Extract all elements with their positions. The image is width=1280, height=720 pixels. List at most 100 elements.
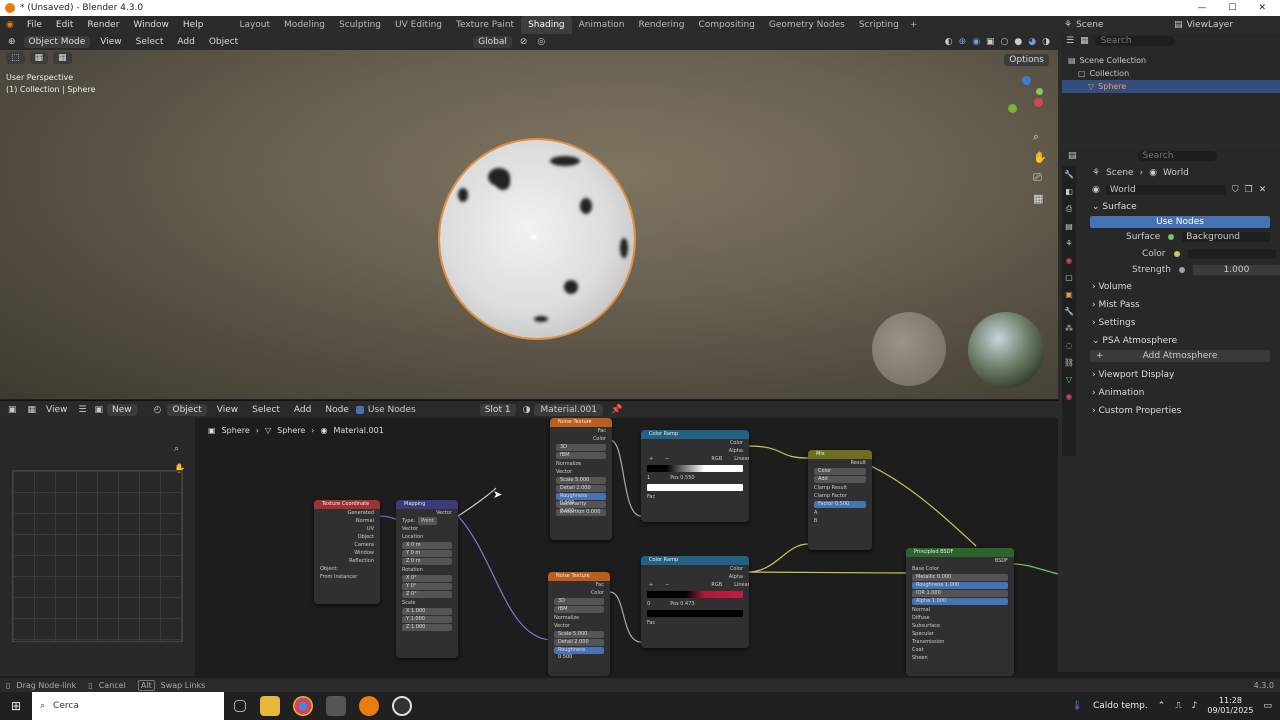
normalize-checkbox[interactable]: Normalize [548, 614, 610, 622]
alpha-field[interactable]: Alpha 1.000 [912, 598, 1008, 605]
visibility-icon[interactable]: ◐ [945, 37, 953, 47]
noise-type-dropdown[interactable]: fBM [554, 606, 604, 613]
ortho-toggle-icon[interactable]: ▦ [1033, 192, 1047, 205]
node-texture-coordinate[interactable]: Texture Coordinate Generated Normal UV O… [314, 500, 380, 604]
modifier-tab-icon[interactable]: 🔧 [1064, 307, 1074, 316]
mode-dropdown[interactable]: Object Mode [23, 36, 91, 48]
noise-type-dropdown[interactable]: fBM [556, 452, 606, 459]
menu-edit[interactable]: Edit [49, 20, 80, 30]
socket-b[interactable]: B [808, 517, 872, 525]
select-box-icon[interactable]: ▦ [29, 52, 49, 64]
socket-color-out[interactable]: Color [641, 565, 749, 573]
node-editor-canvas[interactable]: ▣ Sphere › ▽ Sphere › ◉ Material.001 Tex… [196, 418, 1058, 676]
node-mapping[interactable]: Mapping Vector Type: Point Vector Locatio… [396, 500, 458, 658]
tab-rendering[interactable]: Rendering [632, 16, 692, 34]
panel-subsurface[interactable]: Subsurface [906, 622, 1014, 630]
rotation-z-field[interactable]: Z 0° [402, 591, 452, 598]
snap-icon[interactable]: ⊘ [515, 37, 533, 47]
tab-uv-editing[interactable]: UV Editing [388, 16, 449, 34]
surface-shader-field[interactable]: Background [1182, 232, 1271, 242]
tool-tab-icon[interactable]: 🔧 [1064, 170, 1074, 179]
socket-base-color[interactable]: Base Color [906, 565, 1014, 573]
remove-stop-icon[interactable]: − [665, 455, 669, 463]
taskbar-search[interactable]: ⌕ Cerca [32, 692, 224, 720]
detail-field[interactable]: Detail 2.000 [554, 639, 604, 646]
tab-texture-paint[interactable]: Texture Paint [449, 16, 521, 34]
socket-normal[interactable]: Normal [314, 517, 380, 525]
material-tab-icon[interactable]: ◉ [1066, 392, 1073, 401]
xray-icon[interactable]: ▣ [986, 37, 995, 47]
roughness-field[interactable]: Roughness 1.000 [912, 582, 1008, 589]
panel-volume[interactable]: › Volume [1062, 278, 1280, 296]
node-menu-add[interactable]: Add [287, 405, 318, 415]
image-zoom-icon[interactable]: ⌕ [174, 444, 179, 454]
orientation-dropdown[interactable]: Global [473, 36, 512, 48]
tab-layout[interactable]: Layout [232, 16, 277, 34]
data-tab-icon[interactable]: ▽ [1066, 375, 1072, 384]
normalize-checkbox[interactable]: Normalize [550, 460, 612, 468]
scale-x-field[interactable]: X 1.000 [402, 608, 452, 615]
interpolation-dropdown[interactable]: Linear [734, 455, 749, 463]
viewport-menu-select[interactable]: Select [129, 37, 171, 47]
chrome-icon[interactable] [293, 696, 313, 716]
roughness-field[interactable]: Roughness 0.500 [556, 493, 606, 506]
stop-color-swatch-1[interactable] [647, 484, 743, 491]
socket-normal[interactable]: Normal [906, 606, 1014, 614]
gizmo-icon[interactable]: ⊕ [959, 37, 967, 47]
outliner-row-collection[interactable]: ▢ Collection [1068, 67, 1280, 80]
blend-mode-dropdown[interactable]: Add [814, 476, 866, 483]
panel-specular[interactable]: Specular [906, 630, 1014, 638]
zoom-icon[interactable]: ⌕ [1033, 130, 1047, 144]
panel-viewport-display[interactable]: › Viewport Display [1062, 366, 1280, 384]
pin-icon[interactable]: 📌 [603, 405, 630, 415]
image-menu-icon[interactable]: ☰ [74, 405, 90, 415]
panel-transmission[interactable]: Transmission [906, 638, 1014, 646]
panel-surface-header[interactable]: ⌄ Surface [1062, 198, 1280, 216]
metallic-field[interactable]: Metallic 0.000 [912, 574, 1008, 581]
add-workspace-icon[interactable]: + [906, 20, 922, 30]
select-mode-icon[interactable]: ▦ [53, 52, 72, 64]
properties-type-icon[interactable]: ▤ [1068, 151, 1077, 161]
file-explorer-icon[interactable] [260, 696, 280, 716]
tab-sculpting[interactable]: Sculpting [332, 16, 388, 34]
add-stop-icon[interactable]: + [649, 581, 653, 589]
socket-vector-in[interactable]: Vector [550, 468, 612, 476]
image-browse-icon[interactable]: ▣ [90, 405, 107, 415]
obs-icon[interactable] [392, 696, 412, 716]
node-header-noise-1[interactable]: Noise Texture [550, 418, 612, 427]
scene-name[interactable]: Scene [1076, 20, 1136, 30]
weather-text[interactable]: Caldo temp. [1093, 701, 1148, 711]
collection-tab-icon[interactable]: ▢ [1065, 273, 1073, 282]
slot-dropdown[interactable]: Slot 1 [479, 403, 516, 416]
node-color-ramp-1[interactable]: Color Ramp Color Alpha + − RGB Linear 1 Pos … [641, 430, 749, 522]
socket-fac-in[interactable]: Fac [641, 619, 749, 627]
lacunarity-field[interactable]: Lacunarity 2.000 [556, 501, 606, 514]
distortion-field[interactable]: Distortion 0.000 [556, 509, 606, 516]
socket-result[interactable]: Result [808, 459, 872, 467]
socket-object[interactable]: Object [314, 533, 380, 541]
proportional-edit-icon[interactable]: ◎ [532, 37, 550, 47]
stop-index-field[interactable]: 1 [647, 474, 650, 482]
menu-file[interactable]: File [20, 20, 49, 30]
node-noise-texture-1[interactable]: Noise Texture Fac Color 3D fBM Normalize… [550, 418, 612, 540]
blender-menu-icon[interactable]: ◉ [0, 20, 20, 30]
use-nodes-checkbox[interactable] [355, 405, 364, 414]
node-header-mapping[interactable]: Mapping [396, 500, 458, 509]
new-image-button[interactable]: New [106, 403, 137, 416]
socket-fac-in[interactable]: Fac [641, 493, 749, 501]
tab-scripting[interactable]: Scripting [852, 16, 906, 34]
navigation-gizmo[interactable] [1004, 76, 1048, 120]
view-layer-name[interactable]: ViewLayer [1187, 20, 1233, 30]
select-tool-icon[interactable]: ⬚ [6, 52, 25, 64]
node-header-tex-coord[interactable]: Texture Coordinate [314, 500, 380, 509]
tab-shading[interactable]: Shading [521, 16, 572, 34]
remove-stop-icon[interactable]: − [665, 581, 669, 589]
node-mix[interactable]: Mix Result Color Add Clamp Result Clamp … [808, 450, 872, 550]
node-color-ramp-2[interactable]: Color Ramp Color Alpha + − RGB Linear 0 Pos … [641, 556, 749, 648]
3d-viewport[interactable]: User Perspective (1) Collection | Sphere… [0, 50, 1058, 399]
world-tab-icon[interactable]: ◉ [1066, 256, 1073, 265]
shading-material-icon[interactable]: ◕ [1028, 37, 1036, 47]
socket-fac[interactable]: Fac [548, 581, 610, 589]
panel-settings[interactable]: › Settings [1062, 314, 1280, 332]
socket-vector-in[interactable]: Vector [548, 622, 610, 630]
